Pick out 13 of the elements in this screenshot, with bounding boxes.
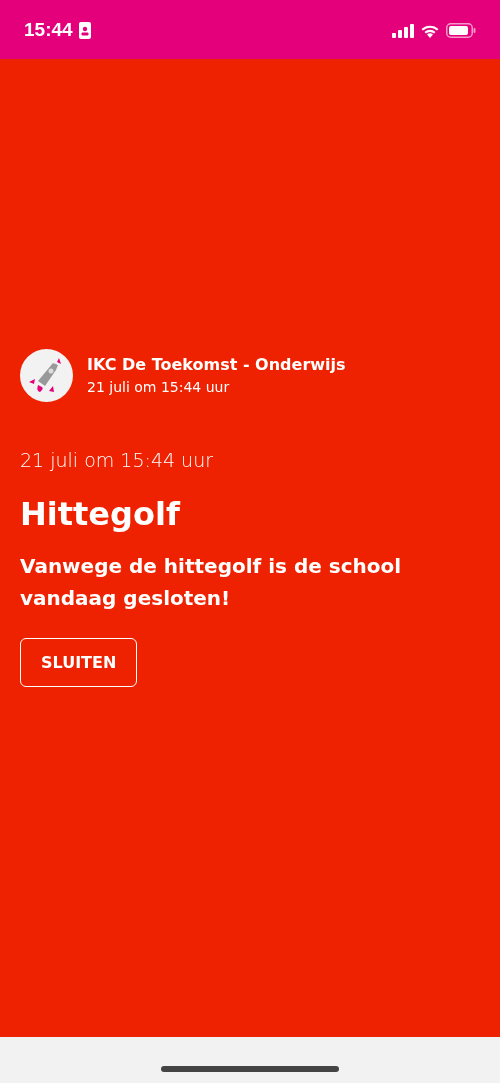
battery-icon xyxy=(446,23,476,38)
message-date: 21 juli om 15:44 uur xyxy=(20,447,214,473)
signal-icon xyxy=(392,23,414,38)
message-body: Vanwege de hittegolf is de school vandaag gesloten! xyxy=(20,553,403,613)
status-time: 15:44 xyxy=(24,18,73,43)
close-button[interactable]: SLUITEN xyxy=(20,638,138,688)
message-title: Hittegolf xyxy=(20,494,182,536)
home-indicator[interactable] xyxy=(161,1066,339,1072)
sender-time: 21 juli om 15:44 uur xyxy=(87,377,231,397)
wifi-icon xyxy=(420,23,440,38)
sender-name: IKC De Toekomst - Onderwijs xyxy=(87,353,346,376)
id-card-icon xyxy=(78,22,91,39)
rocket-avatar-icon xyxy=(20,348,73,402)
